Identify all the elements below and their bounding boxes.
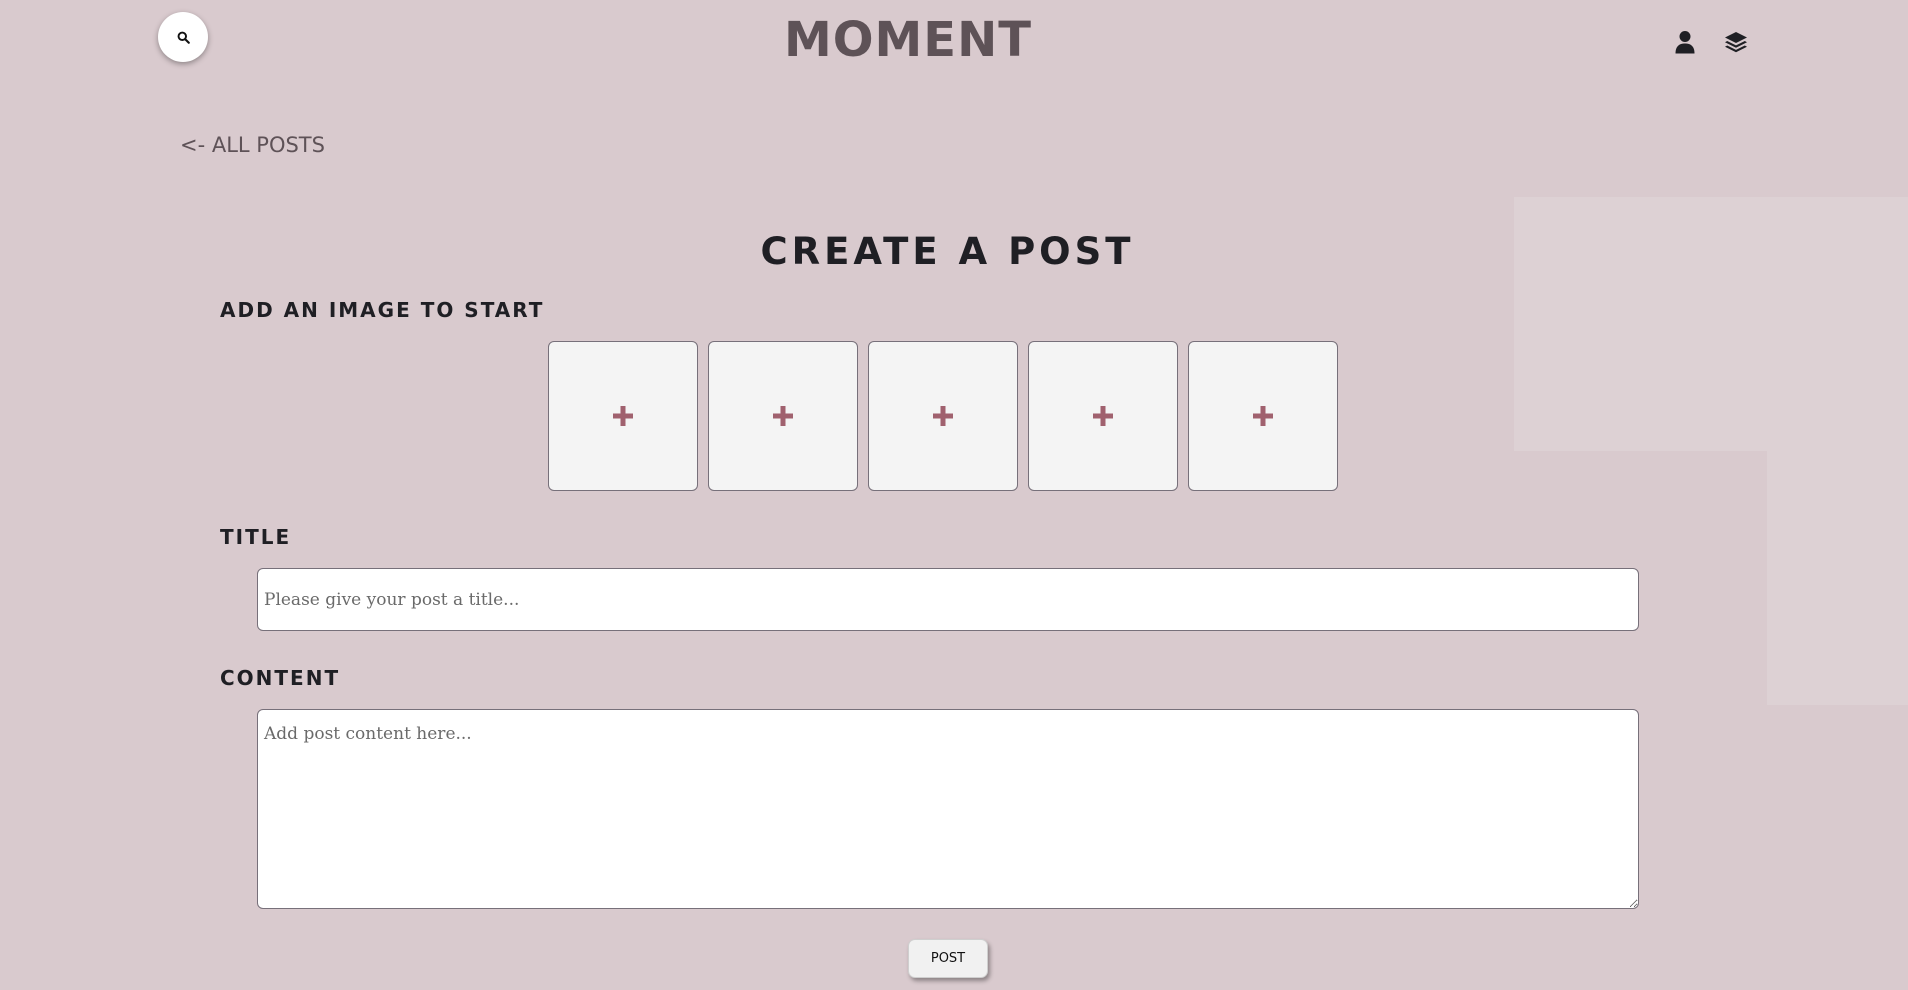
content-textarea[interactable] xyxy=(257,709,1639,909)
plus-icon xyxy=(933,406,953,426)
background-decor-block xyxy=(1767,451,1908,705)
title-label: TITLE xyxy=(220,525,292,549)
plus-icon xyxy=(773,406,793,426)
image-slot-5[interactable] xyxy=(1188,341,1338,491)
image-slot-2[interactable] xyxy=(708,341,858,491)
plus-icon xyxy=(1093,406,1113,426)
layers-button[interactable] xyxy=(1722,28,1750,56)
image-slot-group xyxy=(548,341,1338,491)
layers-icon xyxy=(1725,32,1747,53)
title-input[interactable] xyxy=(257,568,1639,631)
app-logo[interactable]: MOMENT xyxy=(0,10,1816,70)
page-title: CREATE A POST xyxy=(760,230,1135,273)
image-slot-4[interactable] xyxy=(1028,341,1178,491)
plus-icon xyxy=(1253,406,1273,426)
image-slot-3[interactable] xyxy=(868,341,1018,491)
post-button[interactable]: POST xyxy=(908,939,988,978)
user-icon xyxy=(1675,31,1695,54)
back-to-all-posts-link[interactable]: <- ALL POSTS xyxy=(180,133,325,157)
profile-button[interactable] xyxy=(1671,28,1699,56)
plus-icon xyxy=(613,406,633,426)
image-slot-1[interactable] xyxy=(548,341,698,491)
content-label: CONTENT xyxy=(220,666,341,690)
image-section-label: ADD AN IMAGE TO START xyxy=(220,298,545,322)
